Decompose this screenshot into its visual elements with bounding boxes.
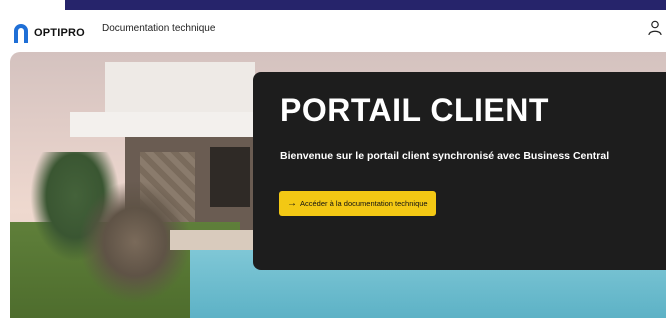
nav-link-documentation[interactable]: Documentation technique [102,23,215,34]
user-icon[interactable] [648,20,662,36]
top-accent-bar [65,0,666,10]
hero-panel: PORTAIL CLIENT Bienvenue sur le portail … [253,72,666,270]
arrow-right-icon: → [287,198,297,209]
cta-label: Accéder à la documentation technique [300,199,428,208]
top-strip [0,0,666,10]
logo-text: OPTIPRO [34,27,85,39]
house-window [210,147,250,207]
hero-title: PORTAIL CLIENT [280,92,549,128]
site-header: OPTIPRO Documentation technique [0,10,666,48]
house-balcony [70,112,260,137]
logo-icon [14,24,28,43]
documentation-cta-button[interactable]: → Accéder à la documentation technique [279,191,436,216]
hero-subtitle: Bienvenue sur le portail client synchron… [280,150,610,162]
logo[interactable]: OPTIPRO [12,22,85,44]
house-upper-floor [105,62,255,112]
